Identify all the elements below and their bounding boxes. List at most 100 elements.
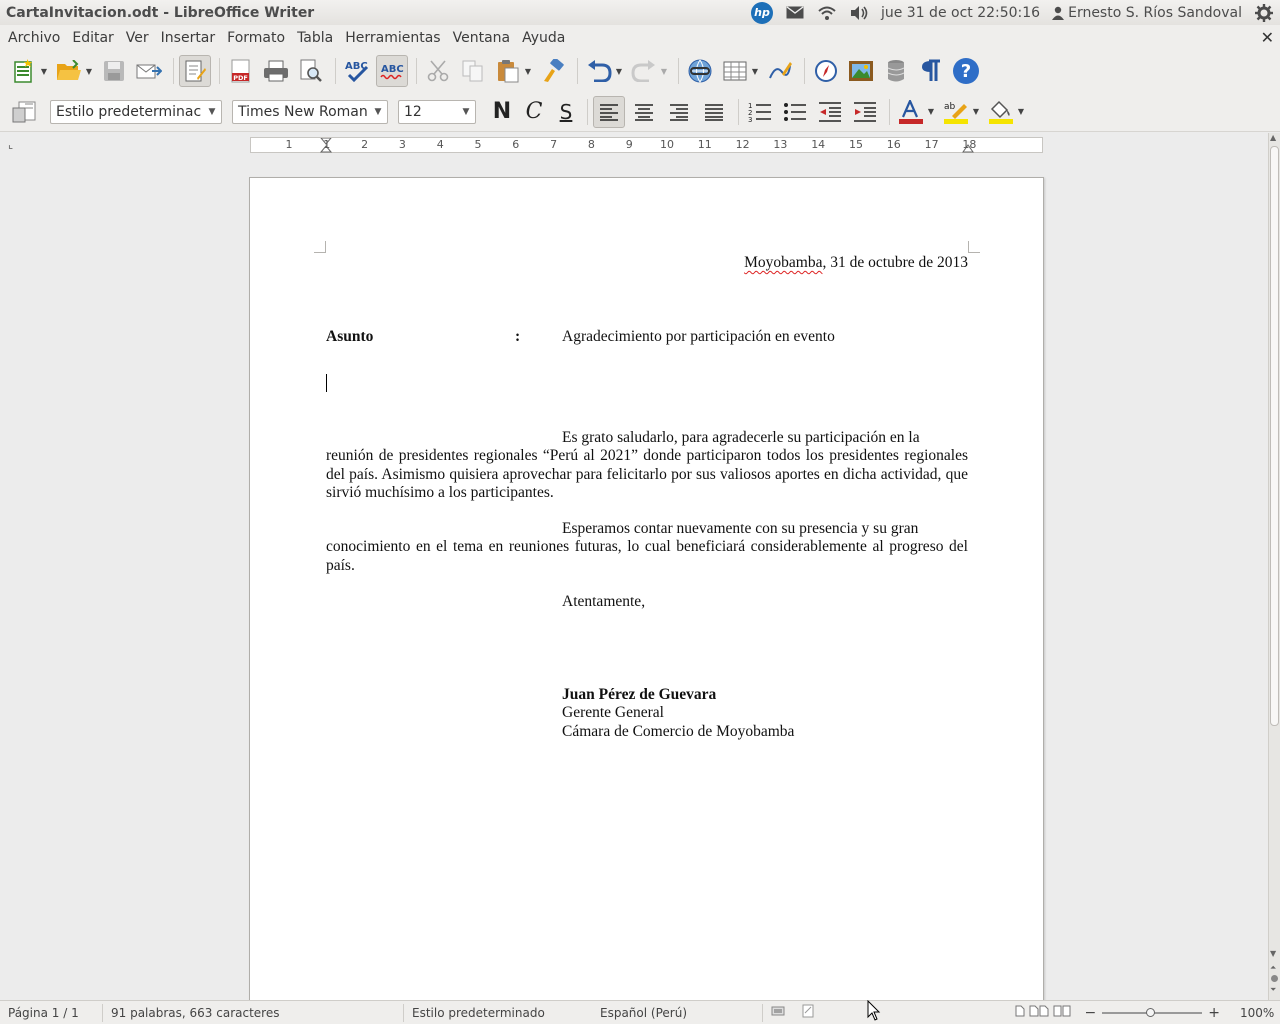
paragraph-style-combo[interactable]: Estilo predeterminac ▼: [50, 99, 222, 124]
menu-tabla[interactable]: Tabla: [291, 30, 339, 46]
chevron-down-icon[interactable]: ▼: [369, 101, 387, 123]
styles-and-formatting-icon[interactable]: [8, 96, 40, 128]
close-document-icon[interactable]: ✕: [1261, 28, 1274, 47]
formatting-marks-icon[interactable]: [915, 55, 947, 87]
spellcheck-icon[interactable]: ABC: [341, 55, 373, 87]
previous-page-icon[interactable]: ⏶: [1270, 963, 1276, 973]
background-color-icon[interactable]: [985, 96, 1017, 128]
font-color-icon[interactable]: [895, 96, 927, 128]
tab-stop-selector-icon[interactable]: ⌞: [8, 138, 13, 151]
menu-ventana[interactable]: Ventana: [447, 30, 517, 46]
menu-herramientas[interactable]: Herramientas: [339, 30, 446, 46]
menu-editar[interactable]: Editar: [66, 30, 119, 46]
edit-mode-icon[interactable]: [179, 55, 211, 87]
zoom-level[interactable]: 100%: [1232, 1006, 1280, 1020]
font-color-dropdown-icon[interactable]: ▼: [926, 107, 936, 116]
print-icon[interactable]: [260, 55, 292, 87]
undo-dropdown-icon[interactable]: ▼: [614, 67, 624, 76]
align-right-icon[interactable]: [663, 96, 695, 128]
word-count[interactable]: 91 palabras, 663 caracteres: [103, 1006, 403, 1020]
navigator-icon[interactable]: [810, 55, 842, 87]
background-color-dropdown-icon[interactable]: ▼: [1016, 107, 1026, 116]
scroll-up-icon[interactable]: ▲: [1270, 133, 1276, 142]
copy-icon[interactable]: [457, 55, 489, 87]
insert-table-icon[interactable]: [719, 55, 751, 87]
menu-archivo[interactable]: Archivo: [2, 30, 66, 46]
show-draw-functions-icon[interactable]: [764, 55, 796, 87]
scrollbar-thumb[interactable]: [1270, 146, 1279, 726]
new-dropdown-icon[interactable]: ▼: [39, 67, 49, 76]
new-document-icon[interactable]: [8, 55, 40, 87]
book-view-icon[interactable]: [1053, 1005, 1071, 1020]
highlighting-dropdown-icon[interactable]: ▼: [971, 107, 981, 116]
help-icon[interactable]: ?: [950, 55, 982, 87]
paste-dropdown-icon[interactable]: ▼: [523, 67, 533, 76]
user-menu[interactable]: Ernesto S. Ríos Sandoval: [1052, 5, 1242, 21]
volume-icon[interactable]: [849, 4, 869, 22]
highlighting-icon[interactable]: ab: [940, 96, 972, 128]
align-center-icon[interactable]: [628, 96, 660, 128]
clock[interactable]: jue 31 de oct 22:50:16: [881, 5, 1040, 21]
chevron-down-icon[interactable]: ▼: [457, 101, 475, 123]
mail-icon[interactable]: [785, 4, 805, 22]
print-preview-icon[interactable]: [295, 55, 327, 87]
undo-icon[interactable]: [583, 55, 615, 87]
decrease-indent-icon[interactable]: [814, 96, 846, 128]
svg-text:ab: ab: [944, 102, 956, 112]
clone-formatting-icon[interactable]: [537, 55, 569, 87]
multi-page-view-icon[interactable]: [1029, 1005, 1049, 1020]
paragraph-2: Esperamos contar nuevamente con su prese…: [326, 520, 968, 576]
zoom-slider[interactable]: [1102, 1007, 1203, 1019]
underline-button[interactable]: S: [550, 100, 582, 124]
paste-icon[interactable]: [492, 55, 524, 87]
document-page[interactable]: Moyobamba, 31 de octubre de 2013 Asunto …: [249, 177, 1044, 1017]
menu-formato[interactable]: Formato: [221, 30, 291, 46]
vertical-scrollbar[interactable]: ▲ ▼ ⏶ ⏷: [1268, 133, 1280, 1000]
next-page-icon[interactable]: ⏷: [1270, 985, 1276, 995]
export-pdf-icon[interactable]: PDF: [225, 55, 257, 87]
settings-gear-icon[interactable]: [1254, 3, 1274, 22]
page-style[interactable]: Estilo predeterminado: [404, 1006, 592, 1020]
email-document-icon[interactable]: [133, 55, 165, 87]
hp-icon[interactable]: hp: [750, 1, 773, 24]
bold-button[interactable]: N: [486, 99, 518, 124]
chevron-down-icon[interactable]: ▼: [203, 101, 221, 123]
language-indicator[interactable]: Español (Perú): [592, 1006, 762, 1020]
open-dropdown-icon[interactable]: ▼: [84, 67, 94, 76]
paragraph-2-body: conocimiento en el tema en reuniones fut…: [326, 538, 968, 574]
scroll-down-icon[interactable]: ▼: [1270, 949, 1276, 958]
status-bar: Página 1 / 1 91 palabras, 663 caracteres…: [0, 1000, 1280, 1024]
gallery-icon[interactable]: [845, 55, 877, 87]
horizontal-ruler[interactable]: 1 1 2 3 4 5 6 7 8 9 10 11 12 13 14 15 16 17 18: [250, 137, 1043, 153]
justify-icon[interactable]: [698, 96, 730, 128]
menu-ayuda[interactable]: Ayuda: [516, 30, 571, 46]
selection-mode-icon[interactable]: [763, 1005, 793, 1020]
table-dropdown-icon[interactable]: ▼: [750, 67, 760, 76]
document-modified-icon[interactable]: [793, 1004, 849, 1021]
redo-dropdown-icon[interactable]: ▼: [659, 67, 669, 76]
hyperlink-icon[interactable]: [684, 55, 716, 87]
page-indicator[interactable]: Página 1 / 1: [0, 1006, 102, 1020]
open-folder-icon[interactable]: [53, 55, 85, 87]
autospellcheck-icon[interactable]: ABC: [376, 55, 408, 87]
italic-button[interactable]: C: [518, 99, 550, 124]
zoom-in-icon[interactable]: +: [1208, 1005, 1220, 1021]
navigation-icon[interactable]: [1271, 975, 1278, 982]
menu-ver[interactable]: Ver: [120, 30, 155, 46]
cut-icon[interactable]: [422, 55, 454, 87]
document-body[interactable]: Moyobamba, 31 de octubre de 2013 Asunto …: [326, 254, 968, 741]
data-sources-icon[interactable]: [880, 55, 912, 87]
numbering-icon[interactable]: 123: [744, 96, 776, 128]
single-page-view-icon[interactable]: [1015, 1005, 1025, 1020]
redo-icon[interactable]: [628, 55, 660, 87]
zoom-out-icon[interactable]: −: [1085, 1005, 1097, 1021]
increase-indent-icon[interactable]: [849, 96, 881, 128]
save-icon[interactable]: [98, 55, 130, 87]
wifi-icon[interactable]: [817, 4, 837, 22]
font-size-combo[interactable]: 12 ▼: [398, 99, 476, 124]
align-left-icon[interactable]: [593, 95, 625, 128]
font-name-combo[interactable]: Times New Roman ▼: [232, 99, 388, 124]
bullets-icon[interactable]: [779, 96, 811, 128]
zoom-slider-handle[interactable]: [1146, 1007, 1156, 1017]
menu-insertar[interactable]: Insertar: [155, 30, 222, 46]
